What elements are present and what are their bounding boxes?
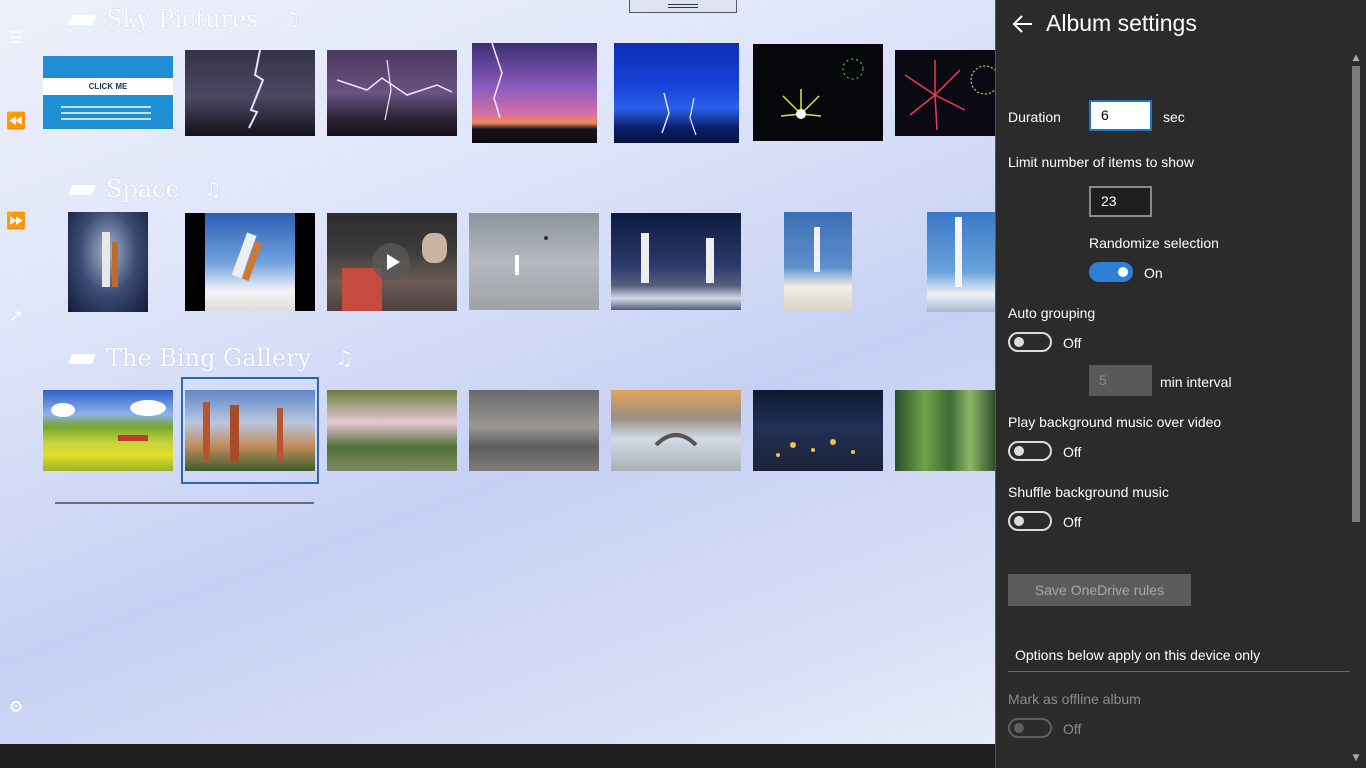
play-bg-music-state: Off	[1063, 444, 1082, 460]
offline-album-state: Off	[1063, 721, 1082, 737]
thumbnail-snowy-bridge[interactable]	[611, 390, 741, 471]
music-note-icon[interactable]: ♫	[335, 346, 353, 370]
offline-album-toggle	[1008, 718, 1052, 738]
play-icon[interactable]	[372, 243, 410, 281]
section-title-sky-pictures[interactable]: Sky Pictures ♫	[70, 5, 300, 33]
play-bg-music-label: Play background music over video	[1008, 414, 1222, 430]
min-interval-input[interactable]: 5	[1089, 365, 1152, 396]
device-options-note: Options below apply on this device only	[1015, 647, 1261, 663]
thumbnail-shuttle-pad-night[interactable]	[68, 212, 148, 312]
taskbar	[0, 744, 995, 768]
duration-input[interactable]: 6	[1089, 100, 1152, 131]
thumbnail-click-me[interactable]: CLICK ME	[43, 56, 173, 129]
thumbnail-lightning-blue[interactable]	[614, 43, 739, 143]
back-arrow-icon[interactable]	[1012, 12, 1034, 36]
thumbnail-yellow-fields[interactable]	[43, 390, 173, 471]
section-title-text: Space	[106, 175, 180, 203]
thumbnail-fireworks-1[interactable]	[753, 44, 883, 141]
click-me-label: CLICK ME	[43, 78, 173, 95]
section-title-text: Sky Pictures	[106, 5, 259, 33]
offline-album-label: Mark as offline album	[1008, 691, 1141, 707]
panel-title: Album settings	[1046, 10, 1197, 36]
music-note-icon[interactable]: ♫	[204, 177, 222, 201]
thumbnail-shuttle-launch[interactable]	[185, 213, 315, 311]
rewind-icon[interactable]: ⏪	[6, 111, 26, 131]
album-icon	[70, 350, 96, 366]
hamburger-menu-icon[interactable]: ☰	[6, 28, 26, 48]
duration-label: Duration	[1008, 109, 1061, 125]
horizontal-scroll-indicator[interactable]	[55, 502, 314, 504]
toggle-knob	[1014, 516, 1024, 526]
text-lines-decoration	[61, 106, 151, 124]
toggle-knob	[1014, 446, 1024, 456]
scroll-thumb[interactable]	[1352, 66, 1360, 522]
thumbnail-lightning-sunset[interactable]	[472, 43, 597, 143]
gallery-area: ☰ ⏪ ⏩ ↗ ⚙ Sky Pictures ♫ CLICK ME Space …	[0, 0, 995, 744]
thumbnail-fireworks-2[interactable]	[895, 50, 995, 136]
thumbnail-city-lights-night[interactable]	[753, 390, 883, 471]
auto-grouping-toggle[interactable]	[1008, 332, 1052, 352]
thumbnail-bamboo-forest[interactable]	[895, 390, 995, 471]
toggle-knob	[1118, 267, 1128, 277]
min-interval-unit: min interval	[1160, 374, 1232, 390]
thumbnail-rocket-fog[interactable]	[469, 213, 599, 310]
save-onedrive-rules-button[interactable]: Save OneDrive rules	[1008, 574, 1191, 606]
thumbnail-shuttles-pads[interactable]	[611, 213, 741, 310]
randomize-toggle[interactable]	[1089, 262, 1133, 282]
auto-grouping-label: Auto grouping	[1008, 305, 1096, 321]
shuffle-music-state: Off	[1063, 514, 1082, 530]
randomize-state: On	[1144, 265, 1163, 281]
section-title-text: The Bing Gallery	[106, 344, 312, 372]
album-icon	[70, 11, 96, 27]
auto-grouping-state: Off	[1063, 335, 1082, 351]
music-note-icon[interactable]: ♫	[283, 7, 301, 31]
fast-forward-icon[interactable]: ⏩	[6, 211, 26, 231]
play-bg-music-toggle[interactable]	[1008, 441, 1052, 461]
toggle-knob	[1014, 337, 1024, 347]
thumbnail-baobab-trees[interactable]	[185, 390, 315, 471]
shuffle-music-label: Shuffle background music	[1008, 484, 1169, 500]
drag-handle[interactable]	[629, 0, 737, 13]
limit-items-value: 23	[1101, 193, 1117, 209]
limit-items-input[interactable]: 23	[1089, 186, 1152, 217]
thumbnail-rocket-smoke[interactable]	[927, 212, 995, 312]
thumbnail-lightning-1[interactable]	[185, 50, 315, 136]
min-interval-value: 5	[1099, 372, 1107, 388]
toggle-knob	[1014, 723, 1024, 733]
expand-arrow-icon[interactable]: ↗	[6, 306, 26, 326]
scroll-up-icon[interactable]: ▲	[1350, 52, 1362, 64]
duration-unit: sec	[1163, 109, 1185, 125]
thumbnail-shuttle-liftoff[interactable]	[784, 212, 852, 312]
thumbnail-cave-waterfall[interactable]	[469, 390, 599, 471]
scroll-down-icon[interactable]: ▼	[1350, 752, 1362, 764]
duration-value: 6	[1101, 107, 1109, 123]
thumbnail-lightning-2[interactable]	[327, 50, 457, 136]
randomize-label: Randomize selection	[1089, 235, 1219, 251]
panel-scrollbar[interactable]: ▲ ▼	[1350, 50, 1362, 768]
album-icon	[70, 181, 96, 197]
left-nav-bar: ☰ ⏪ ⏩ ↗ ⚙	[0, 0, 32, 744]
section-title-the-bing-gallery[interactable]: The Bing Gallery ♫	[70, 344, 353, 372]
gear-icon[interactable]: ⚙	[6, 697, 26, 717]
divider	[1008, 671, 1350, 672]
shuffle-music-toggle[interactable]	[1008, 511, 1052, 531]
limit-items-label: Limit number of items to show	[1008, 154, 1194, 170]
album-settings-panel: Album settings Duration 6 sec Limit numb…	[995, 0, 1366, 768]
section-title-space[interactable]: Space ♫	[70, 175, 222, 203]
thumbnail-astronaut-video[interactable]	[327, 213, 457, 311]
thumbnail-cherry-blossom[interactable]	[327, 390, 457, 471]
